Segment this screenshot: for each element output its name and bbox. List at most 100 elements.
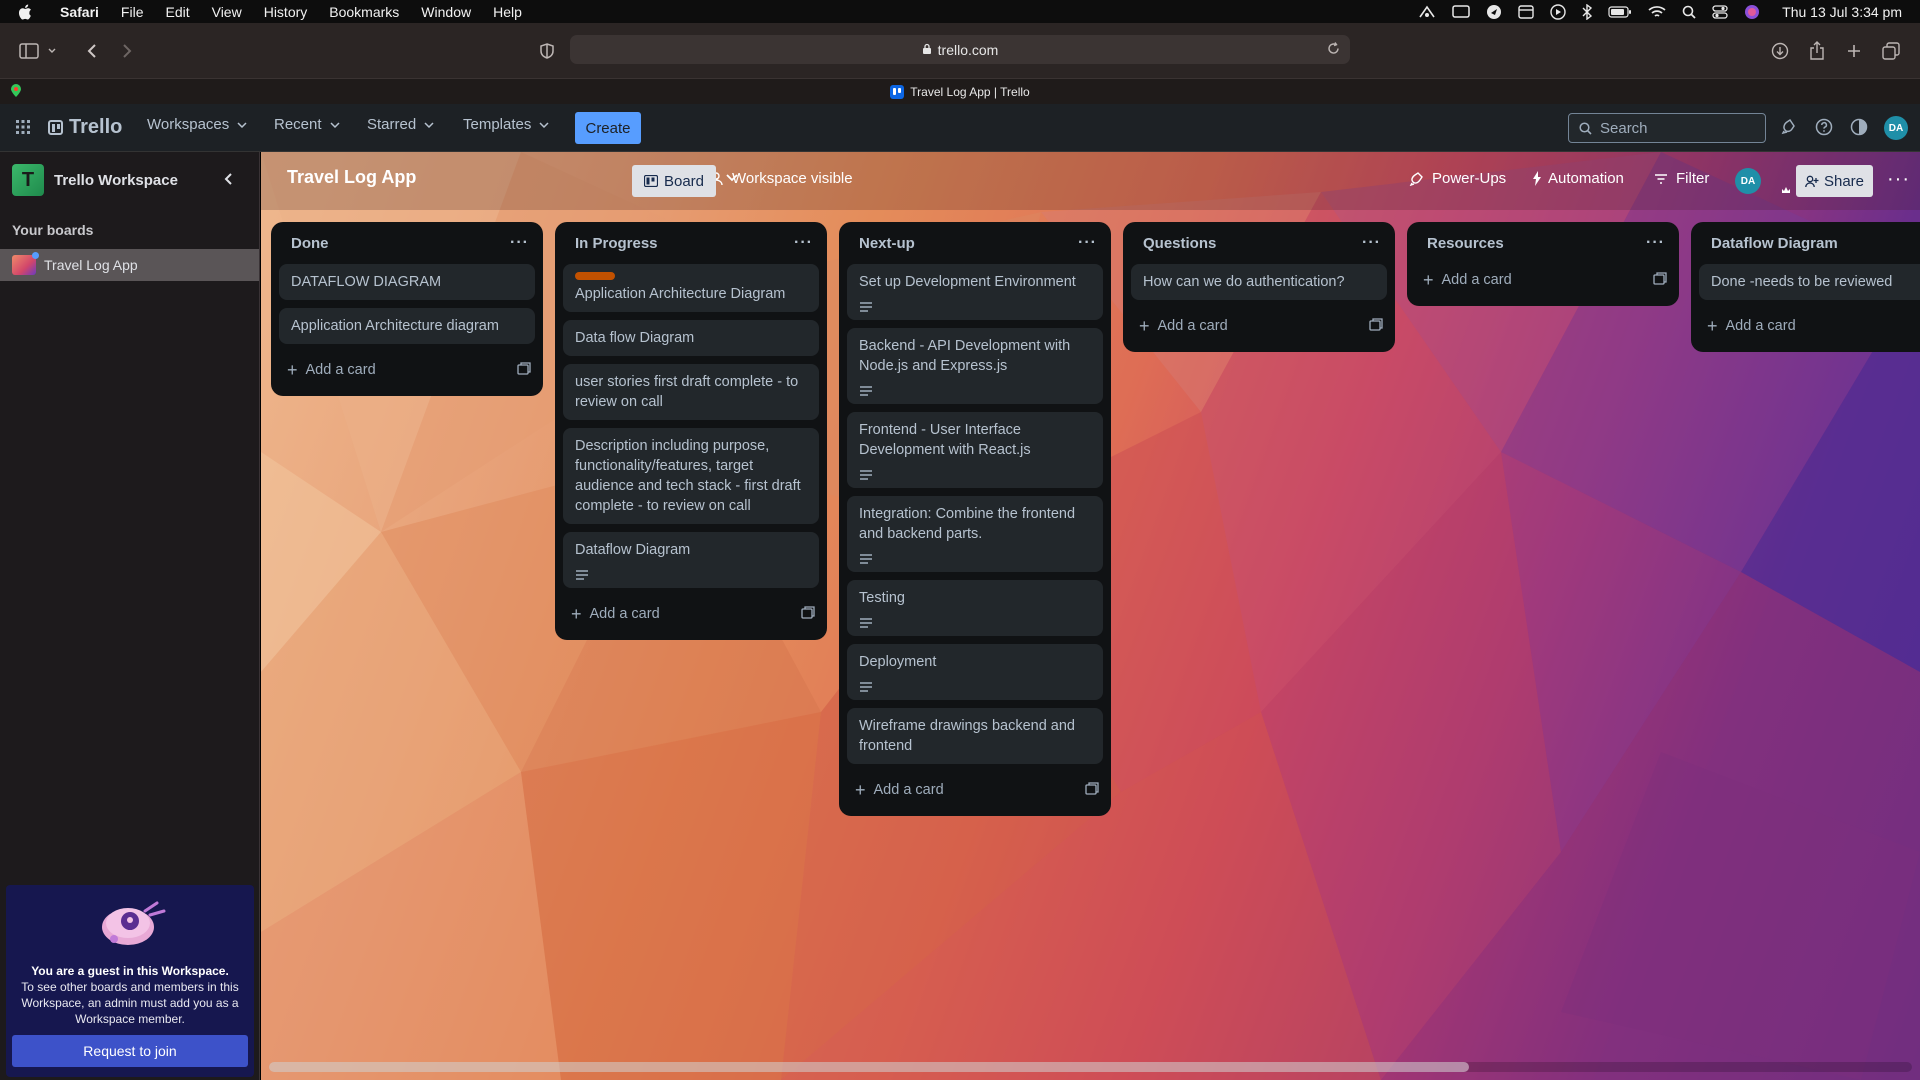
list-title[interactable]: Done	[291, 235, 329, 252]
card[interactable]: user stories first draft complete - to r…	[563, 364, 819, 420]
board-title[interactable]: Travel Log App	[287, 167, 416, 188]
card[interactable]: How can we do authentication?	[1131, 264, 1387, 300]
search-input[interactable]: Search	[1568, 113, 1766, 143]
automation-button[interactable]: Automation	[1532, 170, 1624, 187]
menu-bookmarks[interactable]: Bookmarks	[329, 4, 399, 20]
status-app-icon[interactable]	[1486, 4, 1502, 20]
menubar-clock[interactable]: Thu 13 Jul 3:34 pm	[1782, 4, 1902, 20]
card[interactable]: Frontend - User Interface Development wi…	[847, 412, 1103, 488]
list-title[interactable]: Resources	[1427, 235, 1504, 252]
help-icon[interactable]	[1815, 118, 1833, 141]
trello-logo[interactable]: Trello	[48, 116, 122, 139]
card[interactable]: DATAFLOW DIAGRAM	[279, 264, 535, 300]
add-card-button[interactable]: + Add a card	[1691, 308, 1920, 344]
card[interactable]: Description including purpose, functiona…	[563, 428, 819, 524]
list-dataflow-diagram[interactable]: Dataflow Diagram··· Done -needs to be rev…	[1691, 222, 1920, 352]
menu-edit[interactable]: Edit	[165, 4, 189, 20]
share-button[interactable]: Share	[1796, 165, 1873, 197]
list-actions-dots-icon[interactable]: ···	[1646, 234, 1665, 252]
card[interactable]: Backend - API Development with Node.js a…	[847, 328, 1103, 404]
list-done[interactable]: Done ··· DATAFLOW DIAGRAM Application Archi…	[271, 222, 543, 396]
status-calendar-icon[interactable]	[1518, 4, 1534, 19]
control-center-icon[interactable]	[1712, 4, 1728, 19]
power-ups-button[interactable]: Power-Ups	[1409, 170, 1506, 187]
nav-starred[interactable]: Starred	[367, 116, 434, 133]
list-resources[interactable]: Resources ··· + Add a card	[1407, 222, 1679, 306]
reload-icon[interactable]	[1327, 42, 1340, 58]
theme-toggle-icon[interactable]	[1850, 118, 1868, 141]
status-display-icon[interactable]	[1452, 4, 1470, 19]
bluetooth-icon[interactable]	[1582, 3, 1593, 20]
card[interactable]: Testing	[847, 580, 1103, 636]
create-button[interactable]: Create	[575, 112, 641, 144]
list-header[interactable]: Dataflow Diagram···	[1691, 222, 1920, 264]
list-actions-dots-icon[interactable]: ···	[1362, 234, 1381, 252]
create-from-template-icon[interactable]	[801, 605, 815, 623]
list-header[interactable]: Next-up ···	[839, 222, 1111, 264]
board-member-avatar[interactable]: DA	[1735, 168, 1761, 194]
list-next-up[interactable]: Next-up ··· Set up Development Environment…	[839, 222, 1111, 816]
scrollbar-thumb[interactable]	[269, 1062, 1469, 1072]
request-to-join-button[interactable]: Request to join	[12, 1035, 248, 1067]
nav-workspaces[interactable]: Workspaces	[147, 116, 247, 133]
add-card-button[interactable]: + Add a card	[839, 772, 1111, 808]
create-from-template-icon[interactable]	[1369, 317, 1383, 335]
status-play-icon[interactable]	[1550, 3, 1566, 20]
status-arc-icon[interactable]	[1418, 5, 1436, 19]
list-title[interactable]: In Progress	[575, 235, 658, 252]
menu-view[interactable]: View	[212, 4, 242, 20]
active-tab-title[interactable]: Travel Log App | Trello	[910, 85, 1029, 99]
list-header[interactable]: In Progress ···	[555, 222, 827, 264]
menu-help[interactable]: Help	[493, 4, 522, 20]
create-from-template-icon[interactable]	[517, 361, 531, 379]
sidebar-board-travel-log-app[interactable]: Travel Log App	[0, 249, 259, 281]
collapse-sidebar-icon[interactable]	[224, 172, 234, 190]
new-tab-icon[interactable]	[1842, 23, 1866, 78]
nav-recent[interactable]: Recent	[274, 116, 340, 133]
workspace-header[interactable]: T Trello Workspace	[12, 164, 178, 196]
list-actions-dots-icon[interactable]: ···	[794, 234, 813, 252]
board-view-button[interactable]: Board	[632, 165, 716, 197]
menu-file[interactable]: File	[121, 4, 144, 20]
privacy-shield-icon[interactable]	[535, 23, 559, 78]
card[interactable]: Application Architecture diagram	[279, 308, 535, 344]
downloads-icon[interactable]	[1768, 23, 1792, 78]
board-menu-dots-icon[interactable]: ···	[1887, 168, 1910, 191]
list-title[interactable]: Dataflow Diagram	[1711, 235, 1838, 252]
create-from-template-icon[interactable]	[1653, 271, 1667, 289]
sidebar-toggle-icon[interactable]	[18, 23, 58, 78]
siri-icon[interactable]	[1744, 4, 1760, 20]
apple-icon[interactable]	[18, 4, 38, 20]
card[interactable]: Dataflow Diagram	[563, 532, 819, 588]
forward-icon[interactable]	[115, 23, 139, 78]
card[interactable]: Wireframe drawings backend and frontend	[847, 708, 1103, 764]
card[interactable]: Deployment	[847, 644, 1103, 700]
share-sheet-icon[interactable]	[1805, 23, 1829, 78]
list-header[interactable]: Resources ···	[1407, 222, 1679, 264]
filter-button[interactable]: Filter	[1654, 170, 1709, 187]
tab-overview-icon[interactable]	[1879, 23, 1903, 78]
add-card-button[interactable]: + Add a card	[555, 596, 827, 632]
add-card-button[interactable]: + Add a card	[1123, 308, 1395, 344]
list-questions[interactable]: Questions ··· How can we do authentication…	[1123, 222, 1395, 352]
menu-history[interactable]: History	[264, 4, 308, 20]
switch-views-chevron-icon[interactable]	[726, 173, 750, 183]
list-actions-dots-icon[interactable]: ···	[1078, 234, 1097, 252]
pinned-tab-maps-icon[interactable]	[10, 84, 22, 101]
spotlight-icon[interactable]	[1682, 5, 1696, 19]
create-from-template-icon[interactable]	[1085, 781, 1099, 799]
add-card-button[interactable]: + Add a card	[271, 352, 543, 388]
wifi-icon[interactable]	[1648, 5, 1666, 19]
card[interactable]: Integration: Combine the frontend and ba…	[847, 496, 1103, 572]
notifications-icon[interactable]	[1780, 118, 1798, 141]
card-label-orange[interactable]	[575, 272, 615, 280]
list-in-progress[interactable]: In Progress ··· Application Architecture D…	[555, 222, 827, 640]
card[interactable]: Done -needs to be reviewed	[1699, 264, 1920, 300]
card[interactable]: Data flow Diagram	[563, 320, 819, 356]
address-bar[interactable]: trello.com	[570, 35, 1350, 64]
battery-icon[interactable]	[1608, 5, 1632, 18]
account-avatar[interactable]: DA	[1884, 116, 1908, 140]
list-title[interactable]: Questions	[1143, 235, 1216, 252]
horizontal-scrollbar[interactable]	[269, 1062, 1912, 1072]
nav-templates[interactable]: Templates	[463, 116, 549, 133]
